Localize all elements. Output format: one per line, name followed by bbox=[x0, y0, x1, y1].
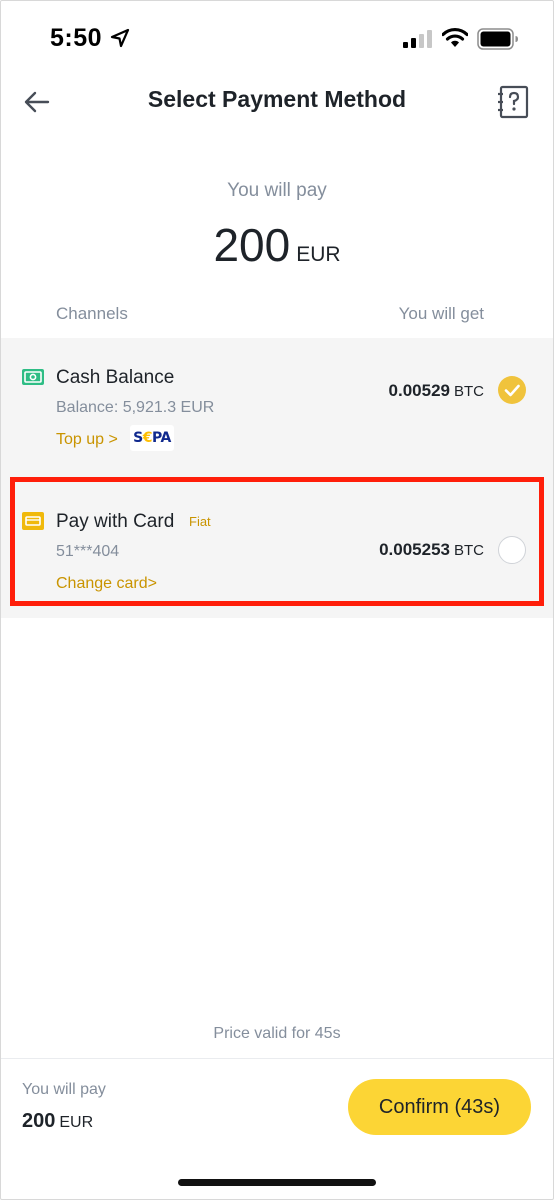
receive-unit: BTC bbox=[454, 542, 484, 559]
cash-balance-amount: Balance: 5,921.3 EUR bbox=[56, 399, 215, 416]
radio-unselected-icon[interactable] bbox=[498, 536, 526, 564]
status-time: 5:50 bbox=[50, 24, 103, 52]
home-indicator bbox=[178, 1179, 376, 1186]
wifi-icon bbox=[442, 27, 468, 47]
location-arrow-icon bbox=[110, 28, 130, 48]
confirm-button[interactable]: Confirm (43s) bbox=[348, 1079, 531, 1135]
receive-value: 0.005253 bbox=[379, 540, 450, 559]
cellular-signal-icon bbox=[403, 30, 432, 48]
option-title: Cash Balance bbox=[56, 367, 175, 388]
pay-amount-value: 200 bbox=[213, 219, 291, 271]
nav-header: Select Payment Method bbox=[0, 80, 554, 124]
channels-header: Channels You will get bbox=[56, 304, 484, 324]
receive-unit: BTC bbox=[454, 383, 484, 400]
change-card-link[interactable]: Change card> bbox=[56, 575, 157, 593]
price-valid-text: Price valid for 45s bbox=[213, 1025, 341, 1042]
cash-icon bbox=[22, 369, 44, 385]
top-up-link[interactable]: Top up > bbox=[56, 431, 118, 449]
card-icon bbox=[22, 512, 44, 530]
receive-value: 0.00529 bbox=[388, 381, 450, 400]
footer-pay-label: You will pay bbox=[22, 1081, 106, 1098]
pay-label: You will pay bbox=[227, 180, 327, 201]
channels-header-left: Channels bbox=[56, 304, 128, 323]
status-bar: 5:50 bbox=[0, 0, 554, 80]
help-document-icon[interactable] bbox=[498, 84, 530, 120]
option-cash-balance[interactable]: Cash Balance Balance: 5,921.3 EUR Top up… bbox=[0, 338, 554, 473]
payment-options-list: Cash Balance Balance: 5,921.3 EUR Top up… bbox=[0, 338, 554, 618]
battery-icon bbox=[477, 28, 518, 50]
footer-amount-value: 200 bbox=[22, 1110, 56, 1132]
footer-pay-amount: 200 EUR bbox=[22, 1110, 93, 1133]
channels-header-right: You will get bbox=[398, 304, 484, 323]
check-circle-icon[interactable] bbox=[498, 376, 526, 404]
footer-bar: You will pay 200 EUR Confirm (43s) bbox=[0, 1058, 554, 1200]
option-receive-amount: 0.005253 BTC bbox=[379, 540, 484, 560]
pay-amount-currency: EUR bbox=[296, 243, 341, 266]
option-receive-amount: 0.00529 BTC bbox=[389, 381, 484, 401]
fiat-badge: Fiat bbox=[189, 514, 211, 529]
footer-amount-currency: EUR bbox=[59, 1114, 94, 1131]
option-pay-with-card[interactable]: Pay with Card Fiat 51***404 Change card>… bbox=[0, 479, 554, 609]
page-title: Select Payment Method bbox=[147, 86, 407, 112]
option-title: Pay with Card bbox=[56, 511, 175, 532]
sepa-logo: S€PA bbox=[130, 425, 174, 451]
pay-amount: 200 EUR bbox=[0, 218, 554, 272]
card-number: 51***404 bbox=[56, 543, 120, 560]
